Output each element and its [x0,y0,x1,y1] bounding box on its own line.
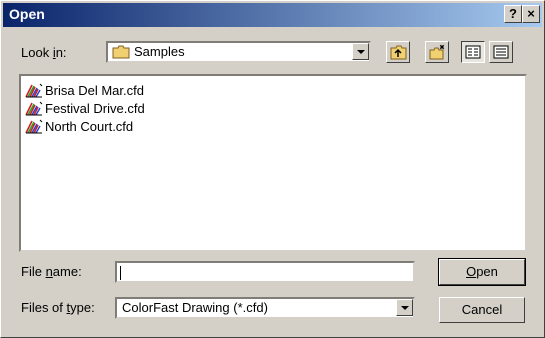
window-title: Open [9,6,45,22]
file-name-label-pre: File [21,264,46,279]
file-type-dropdown-arrow[interactable] [396,299,413,316]
title-bar[interactable]: Open ? × [3,3,542,27]
file-name-label-key: n [45,264,53,279]
file-type-label: Files of type: [21,300,95,315]
look-in-dropdown-arrow[interactable] [352,43,369,60]
file-name-text: North Court.cfd [45,119,134,134]
cfd-file-icon [25,101,43,116]
cfd-file-icon [25,119,43,134]
open-dialog: Open ? × Look in: Samples Brisa Del Mar.… [0,0,545,338]
look-in-value: Samples [134,44,185,59]
file-type-value: ColorFast Drawing (*.cfd) [122,300,268,315]
file-name-label: File name: [21,264,82,279]
look-in-label: Look in: [21,45,67,60]
details-view-icon [493,45,509,59]
new-folder-button[interactable] [425,41,449,63]
up-one-level-button[interactable] [386,41,410,63]
cancel-button[interactable]: Cancel [439,297,525,323]
open-button-key: O [466,264,477,279]
file-name-label-post: ame: [52,264,82,279]
cfd-file-icon [25,83,43,98]
list-view-icon [465,45,481,59]
new-folder-icon [429,44,445,60]
file-name-text: Brisa Del Mar.cfd [45,83,144,98]
look-in-label-pre: Look [21,45,53,60]
details-view-button[interactable] [489,41,513,63]
file-list-item[interactable]: Brisa Del Mar.cfd [25,82,144,99]
folder-icon [112,45,130,59]
file-list-item[interactable]: Festival Drive.cfd [25,100,145,117]
look-in-combo[interactable]: Samples [106,41,371,63]
up-one-level-icon [390,45,407,60]
file-list-item[interactable]: North Court.cfd [25,118,133,135]
open-button-label: pen [476,264,498,279]
file-type-label-pre: Files of [21,300,67,315]
open-button[interactable]: Open [438,258,526,286]
file-type-combo[interactable]: ColorFast Drawing (*.cfd) [115,297,415,319]
file-name-input[interactable] [115,261,415,283]
file-list[interactable]: Brisa Del Mar.cfd Festival Drive.cfd North… [19,74,527,252]
file-name-text: Festival Drive.cfd [45,101,145,116]
close-button[interactable]: × [522,5,540,23]
text-cursor [120,266,121,280]
help-button[interactable]: ? [504,5,522,23]
look-in-label-post: n: [55,45,67,60]
list-view-button[interactable] [461,41,485,63]
file-type-label-post: ype: [70,300,95,315]
